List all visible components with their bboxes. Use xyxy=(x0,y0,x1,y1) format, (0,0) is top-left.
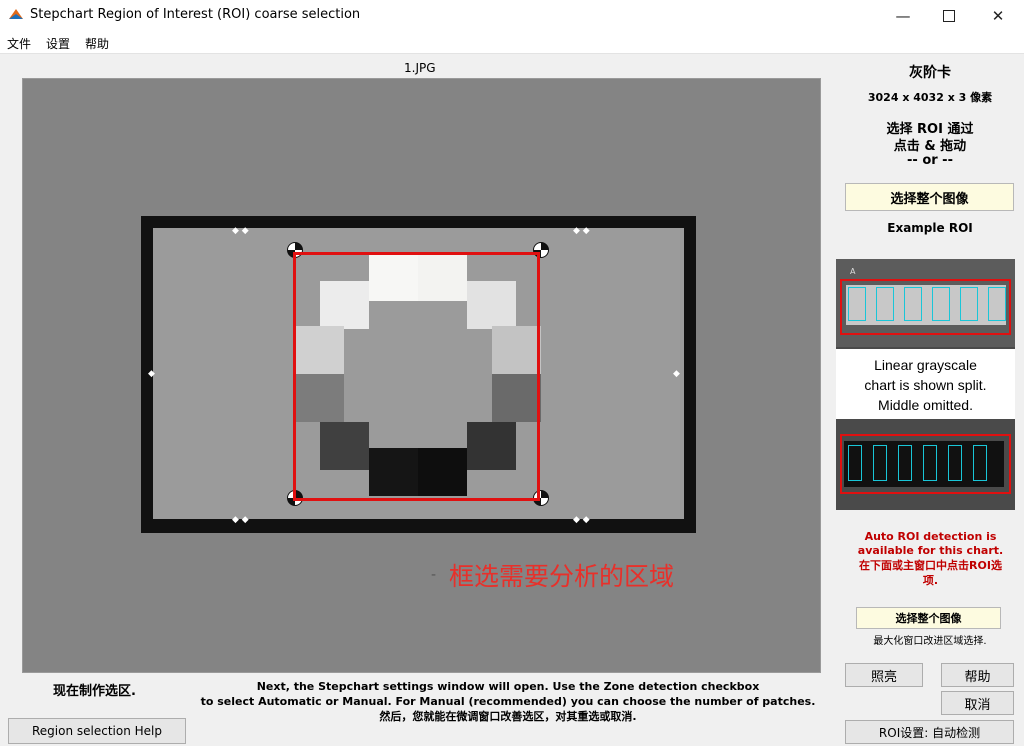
fiducial-tick: ◆ ◆ xyxy=(573,515,590,525)
example-roi-title: Example ROI xyxy=(887,221,973,235)
maximize-button[interactable] xyxy=(926,0,972,31)
annotation-text: 框选需要分析的区域 xyxy=(449,562,675,591)
menu-file[interactable]: 文件 xyxy=(7,35,31,52)
auto-roi-line-2: available for this chart. xyxy=(857,544,1004,557)
fiducial-tick: ◆ xyxy=(673,369,680,379)
close-button[interactable]: ✕ xyxy=(975,0,1021,31)
auto-roi-line-1: Auto ROI detection is xyxy=(864,530,997,543)
select-or: -- or -- xyxy=(907,153,953,168)
roi-settings-button[interactable]: ROI设置: 自动检测 xyxy=(845,720,1014,744)
minimize-icon: — xyxy=(895,6,911,25)
help-button[interactable]: 帮助 xyxy=(941,663,1014,687)
info-line-2: to select Automatic or Manual. For Manua… xyxy=(200,695,816,708)
matlab-app-icon xyxy=(9,9,23,19)
fiducial-tick: ◆ xyxy=(148,369,155,379)
image-canvas[interactable]: ◆ ◆ ◆ ◆ ◆ ◆ ◆ ◆ ◆ ◆ - 框选需要分析的区域 xyxy=(22,78,821,673)
overlay-dash: - xyxy=(431,567,437,583)
cancel-button[interactable]: 取消 xyxy=(941,691,1014,715)
menu-settings[interactable]: 设置 xyxy=(46,35,70,52)
status-text: 现在制作选区. xyxy=(53,684,136,699)
example-caption-2: chart is shown split. xyxy=(864,377,987,393)
example-caption-1: Linear grayscale xyxy=(874,357,977,373)
roi-rectangle[interactable] xyxy=(293,252,540,501)
region-selection-help-button[interactable]: Region selection Help xyxy=(8,718,186,744)
maximize-icon xyxy=(943,9,955,22)
image-filename: 1.JPG xyxy=(404,61,436,75)
fiducial-tick: ◆ ◆ xyxy=(232,226,249,236)
example-caption-3: Middle omitted. xyxy=(878,397,973,413)
fiducial-tick: ◆ ◆ xyxy=(232,515,249,525)
example-roi-image: A Linear grayscale chart is shown split.… xyxy=(836,259,1015,510)
auto-roi-line-3: 在下面或主窗口中点击ROI选 xyxy=(859,559,1002,572)
chart-type-label: 灰阶卡 xyxy=(909,65,951,81)
info-line-1: Next, the Stepchart settings window will… xyxy=(256,680,760,693)
lighten-button[interactable]: 照亮 xyxy=(845,663,923,687)
close-icon: ✕ xyxy=(991,6,1005,25)
select-whole-image-small-button[interactable]: 选择整个图像 xyxy=(856,607,1001,629)
menu-help[interactable]: 帮助 xyxy=(85,35,109,52)
minimize-button[interactable]: — xyxy=(880,0,926,31)
image-dimensions: 3024 x 4032 x 3 像素 xyxy=(867,91,993,104)
fiducial-tick: ◆ ◆ xyxy=(573,226,590,236)
info-line-3: 然后，您就能在微调窗口改善选区，对其重选或取消. xyxy=(379,710,637,723)
window-title: Stepchart Region of Interest (ROI) coars… xyxy=(30,7,361,22)
select-whole-image-button[interactable]: 选择整个图像 xyxy=(845,183,1014,211)
menu-bar xyxy=(0,31,1024,54)
maximize-hint: 最大化窗口改进区域选择. xyxy=(873,636,987,647)
select-instruction-2: 点击 & 拖动 xyxy=(893,139,967,154)
auto-roi-line-4: 项. xyxy=(922,574,939,587)
